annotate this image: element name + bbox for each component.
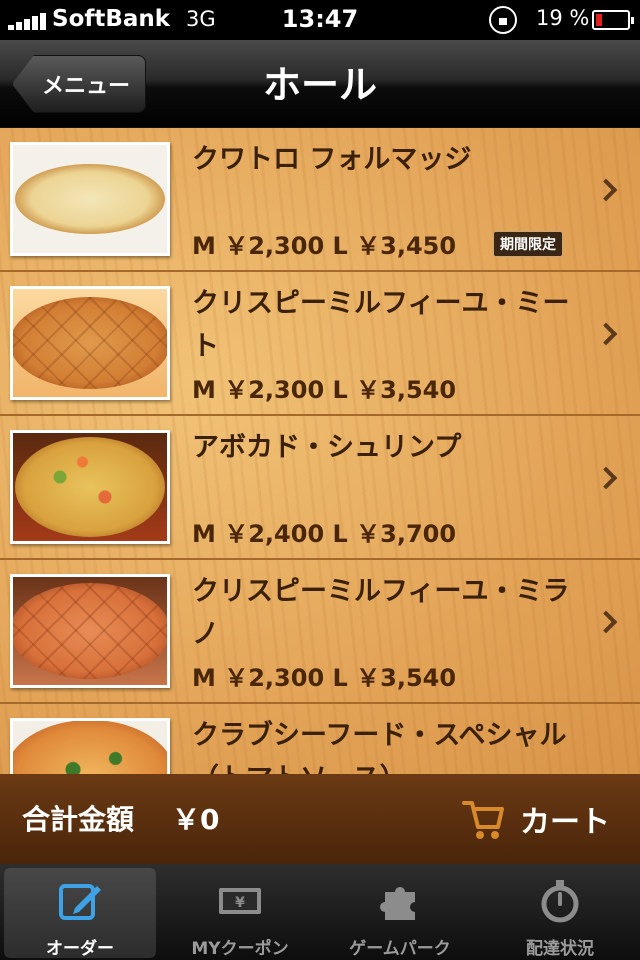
svg-text:¥: ¥ [235,895,245,911]
limited-time-badge: 期間限定 [493,231,563,257]
shopping-cart-icon [462,801,504,839]
tab-delivery-status[interactable]: 配達状況 [484,868,636,959]
list-item[interactable]: クワトロ フォルマッジ M ￥2,300 L ￥3,450 期間限定 [0,128,640,272]
navigation-bar: メニュー ホール [0,40,640,128]
tab-order[interactable]: オーダー [4,868,156,959]
item-name: クリスピーミルフィーユ・ミート [192,288,570,362]
item-name: クリスピーミルフィーユ・ミラノ [192,576,570,650]
item-price: M ￥2,300 L ￥3,540 [192,664,457,692]
tab-label: 配達状況 [526,939,594,959]
pizza-avocado-shrimp-image [10,430,170,544]
item-name: クラブシーフード・スペシャル（トマトソース） [192,720,567,774]
stopwatch-icon [541,880,579,923]
tab-bar: オーダー ¥ MYクーポン ゲームパーク 配達状況 [0,864,640,960]
chevron-right-icon [594,610,618,634]
pencil-edit-icon [59,884,101,920]
order-total-bar: 合計金額 ￥0 カート [0,774,640,864]
puzzle-piece-icon [380,886,415,920]
list-item[interactable]: クラブシーフード・スペシャル（トマトソース） [0,704,640,774]
product-list[interactable]: クワトロ フォルマッジ M ￥2,300 L ￥3,450 期間限定 クリスピー… [0,128,640,774]
item-price: M ￥2,300 L ￥3,540 [192,376,457,404]
item-price: M ￥2,300 L ￥3,450 [192,232,457,260]
page-title: ホール [262,63,377,107]
coupon-ticket-icon: ¥ [219,888,261,914]
tab-label: オーダー [46,939,114,959]
chevron-right-icon [594,322,618,346]
pizza-crispy-milano-image [10,574,170,688]
chevron-right-icon [594,466,618,490]
tab-label: ゲームパーク [349,939,451,959]
list-item[interactable]: アボカド・シュリンプ M ￥2,400 L ￥3,700 [0,416,640,560]
list-item[interactable]: クリスピーミルフィーユ・ミート M ￥2,300 L ￥3,540 [0,272,640,416]
tab-my-coupon[interactable]: ¥ MYクーポン [164,868,316,959]
item-price: M ￥2,400 L ￥3,700 [192,520,457,548]
status-bar: SoftBank 3G 13:47 19 % [0,0,640,40]
tab-label: MYクーポン [191,939,289,959]
rotation-lock-icon [489,6,517,34]
item-name: クワトロ フォルマッジ [192,144,472,175]
pizza-crispy-meat-image [10,286,170,400]
battery-percentage: 19 % [536,6,590,30]
chevron-right-icon [594,178,618,202]
cart-label: カート [520,805,610,840]
tab-game-park[interactable]: ゲームパーク [324,868,476,959]
item-name: アボカド・シュリンプ [192,432,462,463]
battery-icon [592,10,634,30]
cart-button[interactable]: カート [460,792,620,846]
total-label: 合計金額 [22,803,135,836]
list-item[interactable]: クリスピーミルフィーユ・ミラノ M ￥2,300 L ￥3,540 [0,560,640,704]
pizza-crab-seafood-image [10,718,170,774]
total-amount: ￥0 [172,803,220,836]
pizza-quattro-formaggi-image [10,142,170,256]
